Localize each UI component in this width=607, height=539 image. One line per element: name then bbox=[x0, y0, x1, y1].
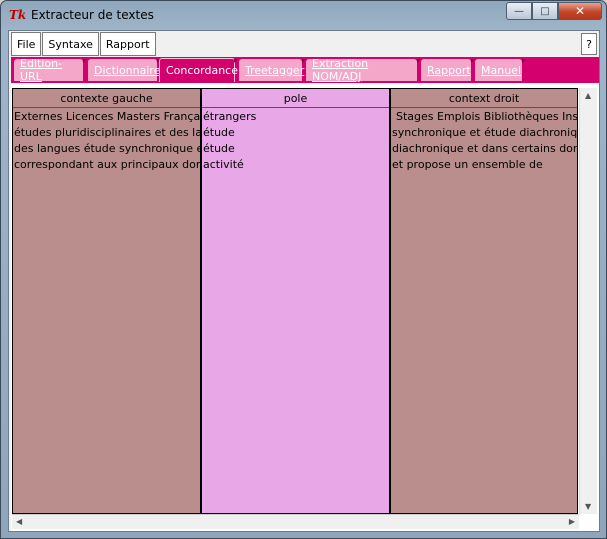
scroll-up-icon[interactable]: ▲ bbox=[585, 91, 591, 100]
concordance-pane: contexte gauche Externes Licences Master… bbox=[11, 82, 599, 531]
scroll-down-icon[interactable]: ▼ bbox=[585, 502, 591, 511]
tab-rapport[interactable]: Rapport bbox=[421, 59, 475, 81]
tab-manuel[interactable]: Manuel bbox=[475, 59, 526, 81]
pole-line[interactable]: étude bbox=[203, 125, 388, 141]
rapport-menu-button[interactable]: Rapport bbox=[99, 32, 156, 56]
notebook-tab-bar: Edition-URL Dictionnaire Concordance Tre… bbox=[11, 57, 599, 83]
right-context-header[interactable]: context droit bbox=[391, 89, 577, 108]
left-context-list[interactable]: Externes Licences Masters Français pour … bbox=[13, 108, 200, 174]
minimize-button[interactable]: — bbox=[506, 2, 532, 20]
window-frame: Tk Extracteur de textes — □ ✕ File Synta… bbox=[0, 0, 607, 539]
pole-line[interactable]: étrangers bbox=[203, 109, 388, 125]
vertical-scrollbar[interactable]: ▲ ▼ bbox=[579, 88, 597, 514]
pole-header[interactable]: pole bbox=[202, 89, 389, 108]
syntaxe-menu-button[interactable]: Syntaxe bbox=[42, 32, 99, 56]
left-context-line[interactable]: Externes Licences Masters Français pour bbox=[14, 109, 200, 125]
close-icon: ✕ bbox=[574, 4, 586, 18]
maximize-button[interactable]: □ bbox=[532, 2, 558, 20]
right-context-line[interactable]: et propose un ensemble de bbox=[392, 157, 576, 173]
scroll-left-icon[interactable]: ◀ bbox=[16, 517, 22, 526]
title-bar[interactable]: Tk Extracteur de textes — □ ✕ bbox=[1, 1, 606, 29]
tab-treetagger[interactable]: Treetagger bbox=[239, 59, 306, 81]
tab-dictionnaire[interactable]: Dictionnaire bbox=[88, 59, 161, 81]
pole-line[interactable]: étude bbox=[203, 141, 388, 157]
window-controls: — □ ✕ bbox=[506, 2, 602, 22]
left-context-column[interactable]: contexte gauche Externes Licences Master… bbox=[12, 88, 201, 514]
horizontal-scrollbar[interactable]: ◀ ▶ bbox=[12, 514, 579, 529]
left-context-line[interactable]: des langues étude synchronique et bbox=[14, 141, 200, 157]
pole-list[interactable]: étrangers étude étude activité bbox=[202, 108, 389, 174]
right-context-column[interactable]: context droit Stages Emplois Bibliothèqu… bbox=[390, 88, 578, 514]
maximize-icon: □ bbox=[540, 5, 550, 17]
tab-extraction-nom-adj[interactable]: Extraction NOM/ADJ bbox=[306, 57, 421, 83]
right-context-list[interactable]: Stages Emplois Bibliothèques Institut sy… bbox=[391, 108, 577, 174]
tab-concordance[interactable]: Concordance bbox=[159, 58, 238, 82]
left-context-line[interactable]: études pluridisciplinaires et des langue… bbox=[14, 125, 200, 141]
minimize-icon: — bbox=[514, 5, 524, 17]
pole-line[interactable]: activité bbox=[203, 157, 388, 173]
client-area: File Syntaxe Rapport ? Edition-URL Dicti… bbox=[8, 30, 600, 532]
file-menu-button[interactable]: File bbox=[11, 32, 42, 56]
help-button[interactable]: ? bbox=[581, 33, 597, 55]
left-context-header[interactable]: contexte gauche bbox=[13, 89, 200, 108]
right-context-line[interactable]: diachronique et dans certains domaines bbox=[392, 141, 577, 157]
tk-app-icon: Tk bbox=[9, 8, 27, 22]
pole-column[interactable]: pole étrangers étude étude activité bbox=[201, 88, 390, 514]
menu-bar: File Syntaxe Rapport bbox=[11, 32, 157, 58]
window-title: Extracteur de textes bbox=[31, 8, 154, 22]
close-button[interactable]: ✕ bbox=[558, 2, 602, 20]
left-context-line[interactable]: correspondant aux principaux domaines bbox=[14, 157, 200, 173]
right-context-line[interactable]: synchronique et étude diachronique et bbox=[392, 125, 577, 141]
tab-edition-url[interactable]: Edition-URL bbox=[14, 57, 87, 83]
right-context-line[interactable]: Stages Emplois Bibliothèques Institut bbox=[392, 109, 577, 125]
scroll-right-icon[interactable]: ▶ bbox=[569, 517, 575, 526]
